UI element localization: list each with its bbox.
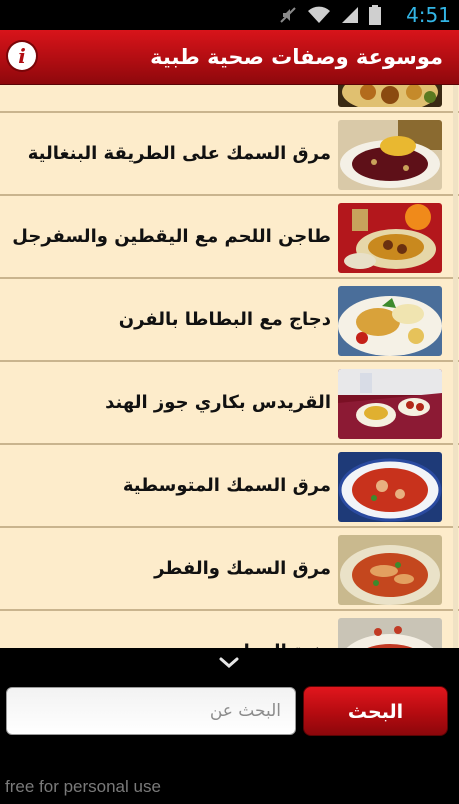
list-item-label: يخنة الدجاج	[231, 611, 331, 648]
food-photo-fish-mushroom-broth	[338, 535, 442, 605]
wifi-icon	[308, 6, 330, 23]
list-item-label: مرق السمك المتوسطية	[122, 475, 331, 496]
list-item[interactable]: القريدس بكاري جوز الهند	[0, 362, 459, 445]
page-title: موسوعة وصفات صحية طبية	[150, 45, 443, 69]
battery-icon	[369, 5, 381, 25]
list-item[interactable]	[0, 85, 459, 113]
list-item[interactable]: يخنة الدجاج	[0, 611, 459, 648]
search-input[interactable]	[6, 687, 296, 735]
list-item[interactable]: مرق السمك والفطر	[0, 528, 459, 611]
food-photo-shrimp-curry	[338, 369, 442, 439]
list-item-label: مرق السمك والفطر	[154, 558, 331, 579]
search-button[interactable]: البحث	[303, 686, 448, 736]
recipe-list[interactable]: مرق السمك على الطريقة البنغالية طاجن الل…	[0, 85, 459, 648]
list-item[interactable]: مرق السمك المتوسطية	[0, 445, 459, 528]
food-photo-mediterranean-fish-broth	[338, 452, 442, 522]
status-time: 4:51	[406, 3, 451, 27]
app-header: i موسوعة وصفات صحية طبية	[0, 30, 459, 85]
list-item[interactable]: دجاج مع البطاطا بالفرن	[0, 279, 459, 362]
food-photo-platter	[338, 85, 442, 107]
list-item-label: طاجن اللحم مع اليقطين والسفرجل	[12, 226, 331, 247]
food-photo-meat-tajine	[338, 203, 442, 273]
signal-icon	[342, 7, 358, 23]
food-photo-chicken-stew	[338, 618, 442, 648]
list-item-label: القريدس بكاري جوز الهند	[105, 392, 331, 413]
info-icon[interactable]: i	[8, 42, 36, 70]
list-scrollbar[interactable]	[453, 85, 458, 648]
list-item[interactable]: مرق السمك على الطريقة البنغالية	[0, 113, 459, 196]
mute-icon	[280, 7, 296, 23]
food-photo-baked-chicken	[338, 286, 442, 356]
status-bar: 4:51	[0, 0, 459, 30]
watermark-text: free for personal use	[5, 777, 161, 796]
food-photo-fish-broth-bengali	[338, 120, 442, 190]
status-icons	[279, 5, 381, 25]
list-item[interactable]: طاجن اللحم مع اليقطين والسفرجل	[0, 196, 459, 279]
chevron-down-icon[interactable]	[218, 656, 240, 670]
list-item-label: مرق السمك على الطريقة البنغالية	[27, 143, 331, 164]
list-item-label: دجاج مع البطاطا بالفرن	[118, 309, 331, 330]
recipe-list-content: مرق السمك على الطريقة البنغالية طاجن الل…	[0, 85, 459, 648]
